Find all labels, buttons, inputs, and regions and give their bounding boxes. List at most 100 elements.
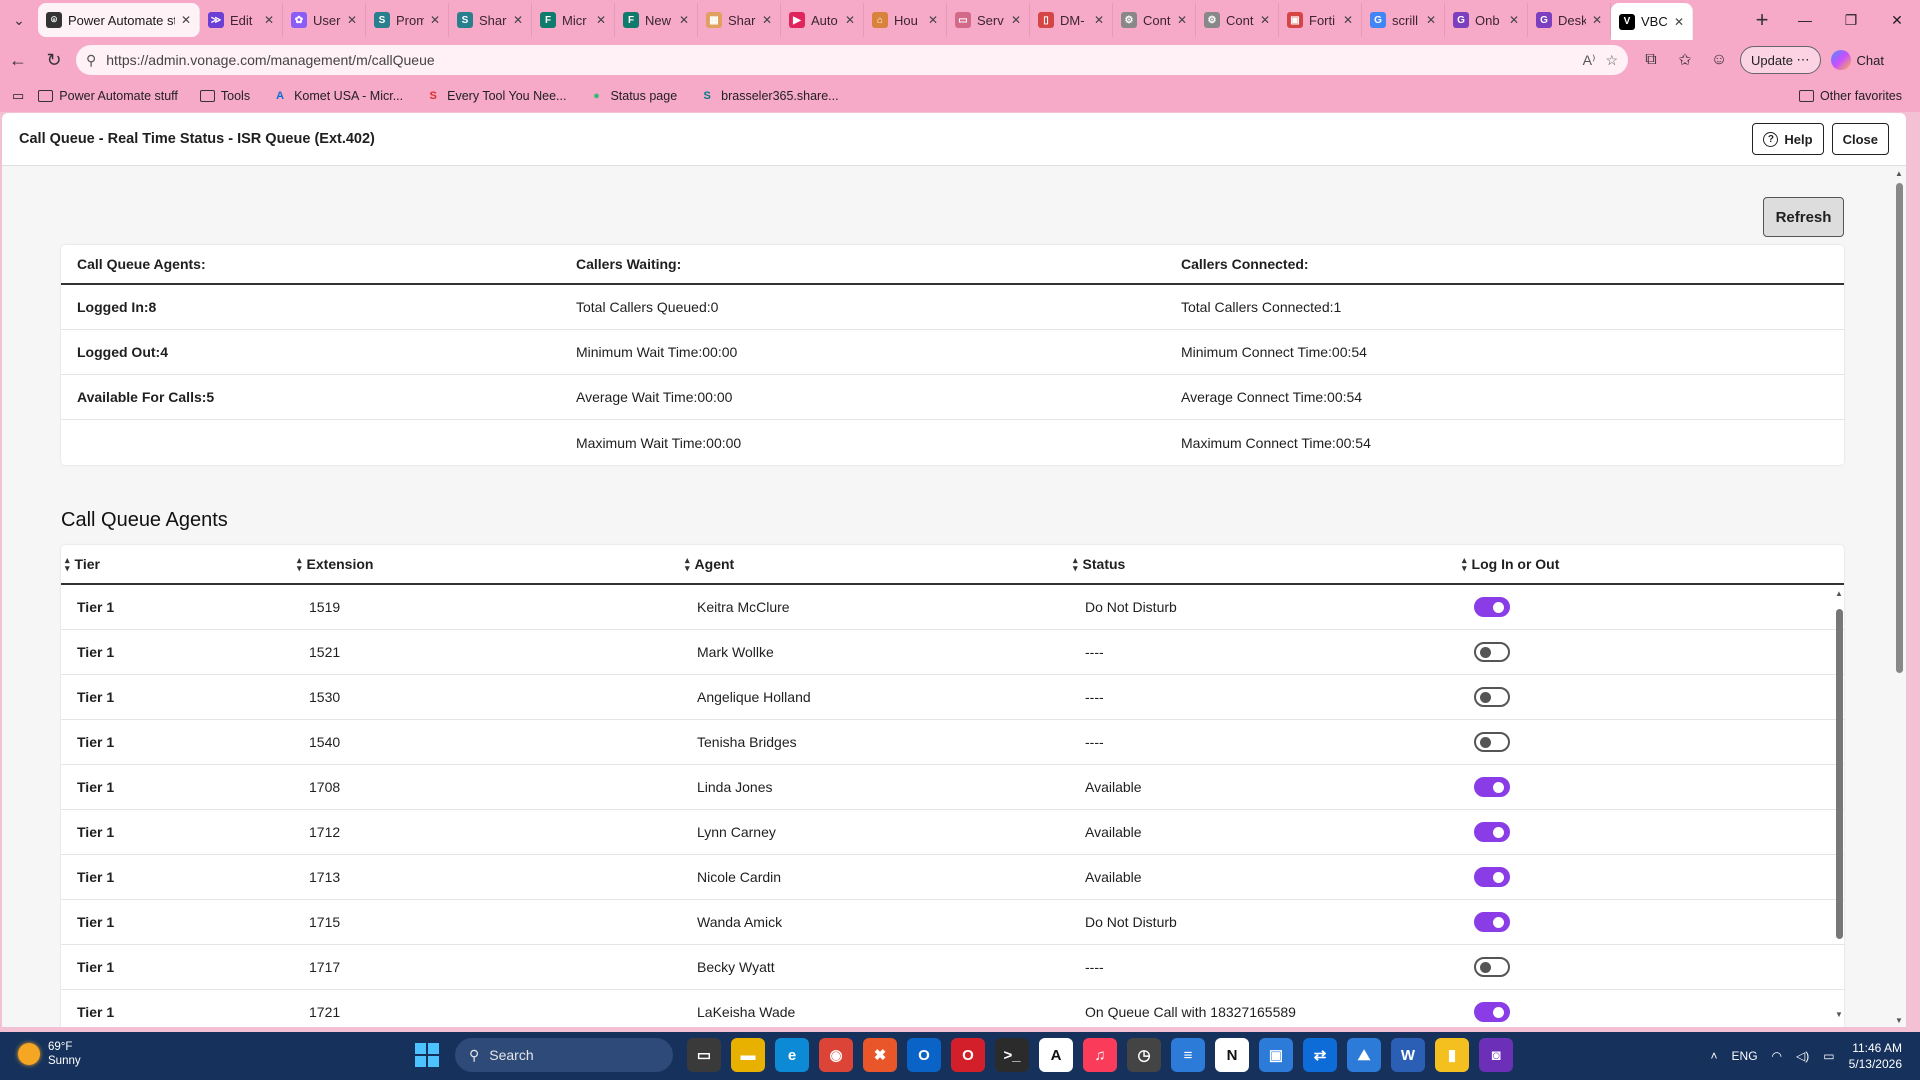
login-toggle[interactable] <box>1474 822 1510 842</box>
clock[interactable]: 11:46 AM 5/13/2026 <box>1849 1040 1902 1072</box>
column-status[interactable]: ▴ ▾ Status <box>1073 556 1125 573</box>
other-favorites[interactable]: Other favorites <box>1799 80 1902 112</box>
login-toggle[interactable] <box>1474 1002 1510 1022</box>
url-field[interactable]: ⚲ https://admin.vonage.com/management/m/… <box>76 45 1628 75</box>
refresh-button[interactable]: Refresh <box>1763 197 1844 237</box>
opera-icon[interactable]: O <box>951 1038 985 1072</box>
favorite-item[interactable]: S Every Tool You Nee... <box>425 89 566 103</box>
scroll-thumb[interactable] <box>1836 609 1843 939</box>
browser-tab[interactable]: ▶ Auto ✕ <box>781 3 864 37</box>
copilot-chat-button[interactable]: Chat <box>1830 50 1884 70</box>
tab-sidebar-icon[interactable]: ▭ <box>12 88 24 104</box>
volume-icon[interactable]: ◁) <box>1796 1049 1809 1063</box>
app-purple-icon[interactable]: ◙ <box>1479 1038 1513 1072</box>
column-agent[interactable]: ▴ ▾ Agent <box>685 556 734 573</box>
login-toggle[interactable] <box>1474 642 1510 662</box>
browser-tab[interactable]: ≫ Edit ✕ <box>200 3 283 37</box>
login-toggle[interactable] <box>1474 912 1510 932</box>
tab-close-icon[interactable]: ✕ <box>679 13 689 27</box>
notepad-icon[interactable]: ≡ <box>1171 1038 1205 1072</box>
page-vertical-scrollbar[interactable]: ▲ ▼ <box>1892 167 1906 1027</box>
terminal-icon[interactable]: >_ <box>995 1038 1029 1072</box>
tab-close-icon[interactable]: ✕ <box>762 13 772 27</box>
login-toggle[interactable] <box>1474 732 1510 752</box>
close-window-icon[interactable]: ✕ <box>1874 0 1920 40</box>
browser-tab[interactable]: Gscrill ✕ <box>1362 3 1445 37</box>
tab-close-icon[interactable]: ✕ <box>596 13 606 27</box>
tab-close-icon[interactable]: ✕ <box>1094 13 1104 27</box>
battery-icon[interactable]: ▭ <box>1823 1049 1834 1063</box>
weather-widget[interactable]: 69°F Sunny <box>18 1040 81 1068</box>
browser-tab[interactable]: ▣ Forti ✕ <box>1279 3 1362 37</box>
site-info-icon[interactable]: ⚲ <box>86 52 96 69</box>
back-icon[interactable]: ← <box>0 42 36 78</box>
tab-close-icon[interactable]: ✕ <box>1343 13 1353 27</box>
file-explorer-icon[interactable]: ▬ <box>731 1038 765 1072</box>
login-toggle[interactable] <box>1474 687 1510 707</box>
word-icon[interactable]: W <box>1391 1038 1425 1072</box>
browser-tab[interactable]: ✿ User ✕ <box>283 3 366 37</box>
tab-close-icon[interactable]: ✕ <box>513 13 523 27</box>
browser-tab[interactable]: ▭ Serv ✕ <box>947 3 1030 37</box>
tab-close-icon[interactable]: ✕ <box>1426 13 1436 27</box>
app-orange-icon[interactable]: ✖ <box>863 1038 897 1072</box>
task-view-icon[interactable]: ▭ <box>687 1038 721 1072</box>
browser-tab[interactable]: ⌾ Power Automate stuff ✕ <box>38 3 200 37</box>
tab-close-icon[interactable]: ✕ <box>430 13 440 27</box>
language-indicator[interactable]: ENG <box>1732 1049 1758 1063</box>
scroll-down-icon[interactable]: ▼ <box>1835 1010 1843 1019</box>
tab-close-icon[interactable]: ✕ <box>1260 13 1270 27</box>
browser-tab[interactable]: S Prom ✕ <box>366 3 449 37</box>
chrome-icon[interactable]: ◉ <box>819 1038 853 1072</box>
favorite-star-icon[interactable]: ☆ <box>1605 52 1618 69</box>
tab-close-icon[interactable]: ✕ <box>1509 13 1519 27</box>
app-monitor-icon[interactable]: ▣ <box>1259 1038 1293 1072</box>
tab-actions-chevron-icon[interactable]: ⌄ <box>0 0 38 40</box>
tab-close-icon[interactable]: ✕ <box>1177 13 1187 27</box>
tab-close-icon[interactable]: ✕ <box>1011 13 1021 27</box>
browser-tab[interactable]: G Desk ✕ <box>1528 3 1611 37</box>
favorite-item[interactable]: ● Status page <box>588 89 677 103</box>
teamviewer-icon[interactable]: ⇄ <box>1303 1038 1337 1072</box>
column-extension[interactable]: ▴ ▾ Extension <box>297 556 373 573</box>
read-aloud-icon[interactable]: A⁾ <box>1583 52 1596 69</box>
scroll-up-icon[interactable]: ▲ <box>1835 589 1843 598</box>
app-yellow-icon[interactable]: ▮ <box>1435 1038 1469 1072</box>
restore-icon[interactable]: ❐ <box>1828 0 1874 40</box>
browser-tab[interactable]: ▯ DM- ✕ <box>1030 3 1113 37</box>
tab-close-icon[interactable]: ✕ <box>845 13 855 27</box>
favorite-item[interactable]: Power Automate stuff <box>38 89 178 103</box>
login-toggle[interactable] <box>1474 777 1510 797</box>
notion-icon[interactable]: N <box>1215 1038 1249 1072</box>
tab-close-icon[interactable]: ✕ <box>1674 15 1684 29</box>
tab-close-icon[interactable]: ✕ <box>347 13 357 27</box>
wifi-icon[interactable]: ◠ <box>1772 1049 1782 1063</box>
update-button[interactable]: Update ⋯ <box>1740 46 1821 74</box>
taskbar-search[interactable]: ⚲ Search <box>455 1038 673 1072</box>
scroll-thumb[interactable] <box>1896 183 1903 673</box>
browser-tab[interactable]: ⚙ Cont ✕ <box>1113 3 1196 37</box>
tab-close-icon[interactable]: ✕ <box>1592 13 1602 27</box>
browser-tab[interactable]: G Onb ✕ <box>1445 3 1528 37</box>
new-tab-button[interactable]: + <box>1742 0 1782 40</box>
music-icon[interactable]: ♫ <box>1083 1038 1117 1072</box>
browser-tab[interactable]: ⌂ Hou ✕ <box>864 3 947 37</box>
scroll-down-icon[interactable]: ▼ <box>1895 1016 1903 1025</box>
photos-icon[interactable]: ⛰ <box>1347 1038 1381 1072</box>
browser-tab[interactable]: S Shar ✕ <box>449 3 532 37</box>
tab-close-icon[interactable]: ✕ <box>181 13 191 27</box>
profile-icon[interactable]: ☺ <box>1704 51 1734 69</box>
browser-tab[interactable]: V VBC ✕ <box>1611 3 1693 40</box>
scroll-up-icon[interactable]: ▲ <box>1895 169 1903 178</box>
login-toggle[interactable] <box>1474 867 1510 887</box>
tab-close-icon[interactable]: ✕ <box>264 13 274 27</box>
favorites-icon[interactable]: ✩ <box>1670 50 1700 70</box>
favorite-item[interactable]: Sbrasseler365.share... <box>699 89 838 103</box>
app-clock-icon[interactable]: ◷ <box>1127 1038 1161 1072</box>
column-login[interactable]: ▴ ▾ Log In or Out <box>1462 556 1559 573</box>
minimize-icon[interactable]: — <box>1782 0 1828 40</box>
favorite-item[interactable]: Tools <box>199 89 250 103</box>
browser-tab[interactable]: ▦ Shar ✕ <box>698 3 781 37</box>
refresh-icon[interactable]: ↻ <box>36 42 72 78</box>
outlook-icon[interactable]: O <box>907 1038 941 1072</box>
